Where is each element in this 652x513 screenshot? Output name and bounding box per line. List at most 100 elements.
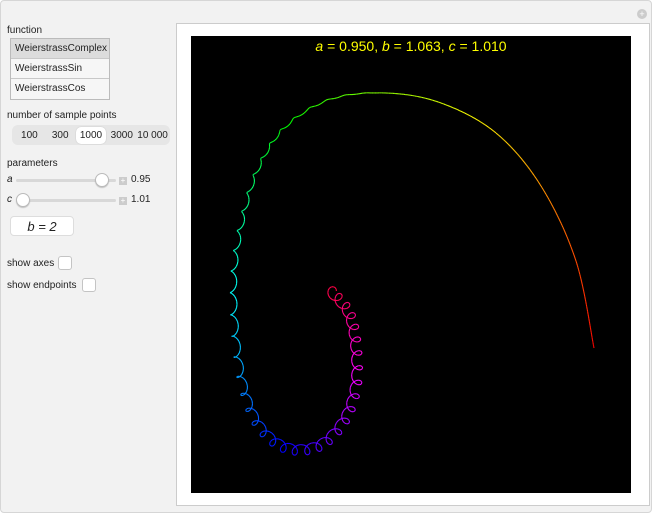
a-slider[interactable] (16, 173, 116, 187)
curve-segment (564, 230, 566, 234)
samples-label: number of sample points (7, 110, 117, 121)
curve-segment (255, 410, 258, 414)
a-expand-icon[interactable]: + (119, 177, 127, 185)
curve-segment (328, 437, 332, 440)
curve-segment (574, 256, 576, 260)
c-slider-knob[interactable] (16, 193, 30, 207)
curve-segment (307, 453, 310, 456)
curve-segment (235, 318, 239, 322)
curve-segment (235, 248, 238, 250)
curve-segment (495, 132, 498, 135)
c-slider[interactable] (16, 193, 116, 207)
curve-segment (347, 419, 350, 422)
curve-segment (523, 161, 526, 164)
show-endpoints-checkbox[interactable] (82, 278, 96, 292)
function-option-complex[interactable]: WeierstrassComplex (11, 39, 109, 59)
b-button[interactable]: b = 2 (10, 216, 74, 236)
curve-segment (255, 172, 257, 174)
curve-segment (353, 406, 356, 409)
curve-segment (308, 107, 311, 109)
curve-segment (245, 410, 247, 412)
samples-100[interactable]: 100 (14, 127, 45, 144)
curve-segment (532, 173, 535, 176)
curve-segment (235, 330, 239, 334)
curve-segment (294, 444, 298, 448)
curve-segment (328, 443, 331, 446)
curve-segment (252, 184, 255, 187)
curve-segment (277, 438, 281, 441)
curve-segment (247, 193, 249, 196)
c-expand-icon[interactable]: + (119, 197, 127, 205)
curve-segment (236, 256, 239, 259)
curve-segment (280, 451, 283, 453)
curve-segment (449, 105, 451, 108)
curve-segment (501, 137, 504, 140)
curve-segment (321, 101, 324, 104)
curve-segment (234, 266, 237, 269)
curve-segment (280, 439, 284, 442)
curve-segment (357, 326, 360, 329)
curve-segment (335, 293, 338, 297)
curve-segment (231, 269, 234, 271)
curve-segment (342, 304, 345, 307)
samples-10000[interactable]: 10 000 (137, 127, 168, 144)
curve-segment (323, 100, 326, 102)
a-value: 0.95 (131, 174, 151, 185)
curve-segment (275, 137, 278, 140)
function-option-cos[interactable]: WeierstrassCos (11, 79, 109, 99)
curve-segment (237, 231, 240, 234)
curve-segment (240, 376, 244, 379)
curve-segment (231, 271, 234, 273)
curve-segment (336, 304, 339, 308)
curve-segment (235, 336, 238, 340)
curve-segment (234, 252, 237, 255)
show-axes-checkbox[interactable] (58, 256, 72, 270)
samples-300[interactable]: 300 (45, 127, 76, 144)
curve-segment (474, 117, 477, 120)
plus-icon[interactable]: + (637, 9, 647, 19)
curve-segment (247, 203, 249, 207)
curve-segment (341, 412, 343, 417)
curve-segment (243, 393, 246, 396)
curve-segment (486, 125, 489, 128)
curve-segment (262, 156, 265, 158)
curve-segment (232, 311, 235, 315)
curve-segment (297, 444, 301, 446)
curve-segment (351, 361, 354, 366)
curve-segment (244, 392, 247, 395)
curve-segment (243, 208, 246, 211)
curve-segment (259, 435, 262, 437)
curve-segment (358, 336, 361, 339)
curve-segment (529, 168, 532, 171)
a-slider-knob[interactable] (95, 173, 110, 187)
curve-segment (292, 117, 295, 119)
curve-segment (576, 262, 578, 266)
curve-segment (348, 305, 351, 308)
curve-segment (348, 334, 351, 338)
curve-segment (289, 443, 294, 446)
samples-3000[interactable]: 3000 (106, 127, 137, 144)
curve-segment (557, 217, 560, 220)
curve-segment (250, 187, 253, 191)
curve-segment (232, 288, 236, 291)
c-label: c (7, 194, 12, 205)
curve-segment (578, 271, 581, 275)
curve-segment (528, 167, 531, 170)
curve-segment (574, 258, 577, 262)
curve-segment (340, 293, 343, 295)
curve-segment (333, 286, 336, 288)
curve-segment (293, 454, 295, 456)
curve-segment (351, 393, 355, 396)
curve-segment (233, 273, 236, 276)
curve-segment (249, 189, 252, 192)
curve-segment (298, 115, 300, 117)
curve-segment (320, 446, 323, 449)
curve-segment (241, 371, 244, 375)
curve-segment (575, 260, 578, 264)
curve-segment (464, 112, 467, 115)
curve-segment (239, 375, 242, 378)
samples-1000[interactable]: 1000 (75, 126, 107, 144)
curve-segment (346, 324, 350, 328)
curve-segment (242, 223, 245, 227)
function-option-sin[interactable]: WeierstrassSin (11, 59, 109, 79)
